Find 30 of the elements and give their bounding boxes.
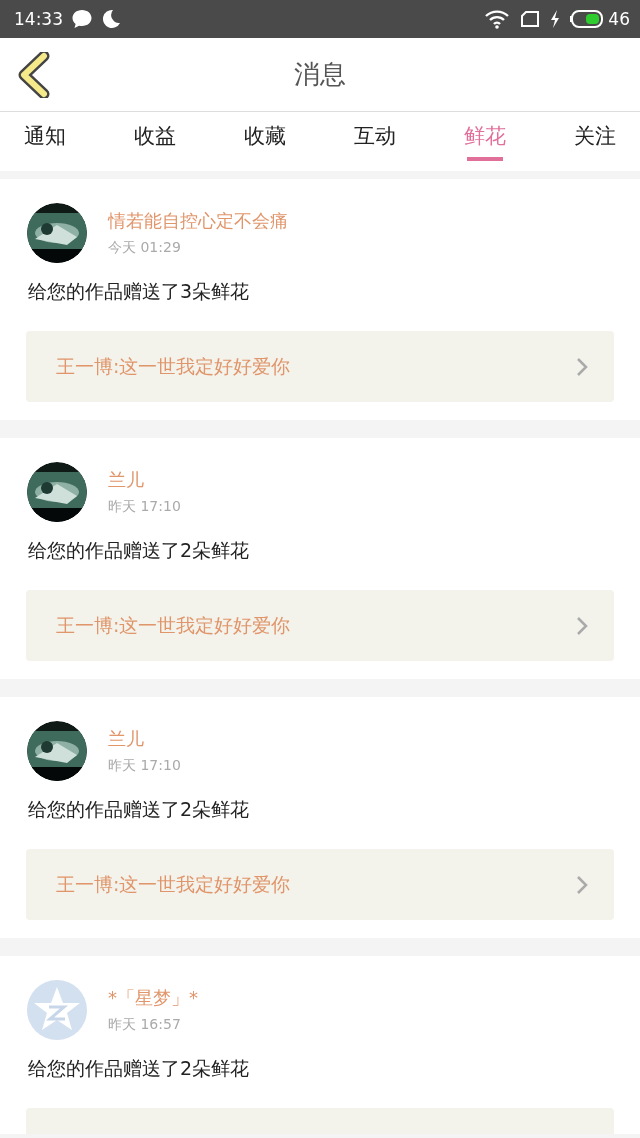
chevron-right-icon — [576, 615, 588, 636]
status-time: 14:33 — [14, 9, 63, 29]
wifi-icon — [484, 9, 511, 29]
message-text: 给您的作品赠送了2朵鲜花 — [28, 1056, 251, 1081]
sim-card-icon — [520, 10, 541, 28]
message-text: 给您的作品赠送了2朵鲜花 — [28, 797, 251, 822]
moon-icon — [101, 9, 121, 29]
tab[interactable]: 互动 — [354, 112, 396, 161]
chevron-right-icon — [576, 874, 588, 895]
charging-icon — [550, 10, 561, 28]
tab[interactable]: 收藏 — [244, 112, 286, 161]
user-name: 兰儿 — [108, 727, 145, 751]
tab[interactable]: 通知 — [24, 112, 66, 161]
battery-level: 46 — [608, 9, 630, 29]
battery-icon — [570, 10, 605, 28]
star-avatar-icon — [27, 980, 87, 1040]
chat-bubble-icon — [71, 9, 93, 29]
timestamp: 昨天 17:10 — [108, 757, 181, 775]
user-name: *「星梦」* — [108, 986, 198, 1010]
tab[interactable]: 收益 — [134, 112, 176, 161]
user-name: 情若能自控心定不会痛 — [108, 209, 288, 233]
timestamp: 昨天 17:10 — [108, 498, 181, 516]
timestamp: 今天 01:29 — [108, 239, 182, 257]
message-text: 给您的作品赠送了2朵鲜花 — [28, 538, 251, 563]
tab[interactable]: 关注 — [574, 112, 616, 161]
user-name: 兰儿 — [108, 468, 145, 492]
chevron-right-icon — [576, 356, 588, 377]
message-text: 给您的作品赠送了3朵鲜花 — [28, 279, 251, 304]
timestamp: 昨天 16:57 — [108, 1016, 182, 1034]
page-title: 消息 — [294, 58, 346, 91]
